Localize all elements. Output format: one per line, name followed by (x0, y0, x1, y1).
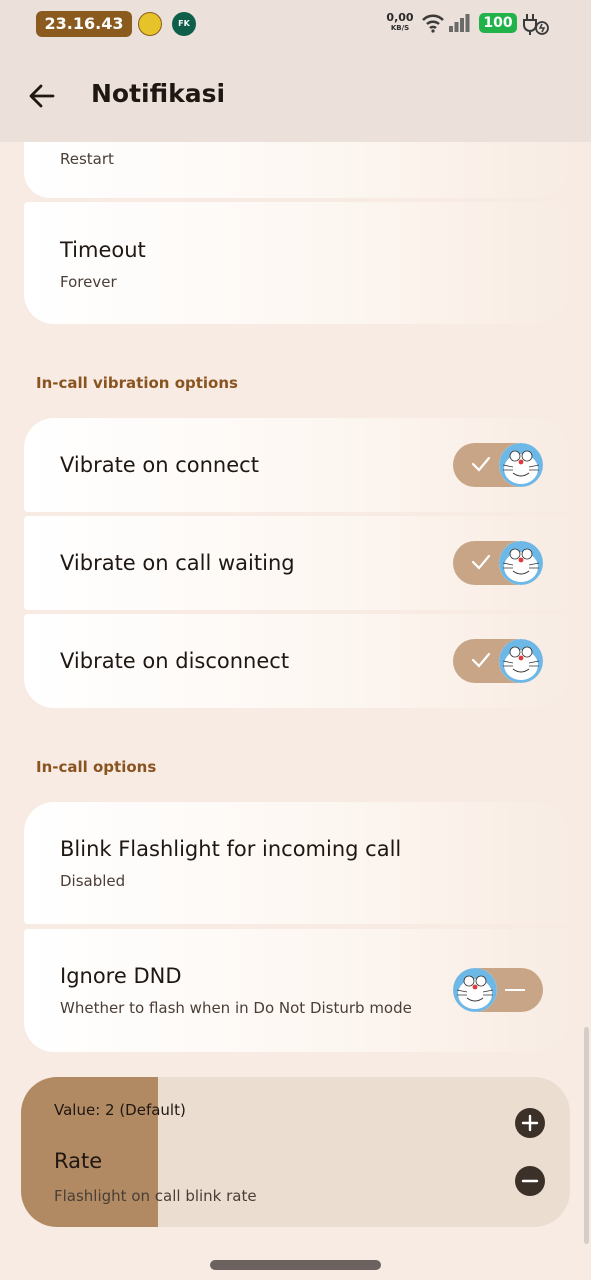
battery-level: 100 (479, 13, 517, 33)
back-button[interactable] (22, 76, 62, 116)
rate-value: Value: 2 (Default) (54, 1101, 186, 1119)
rate-slider-popup[interactable]: Value: 2 (Default) Rate Flashlight on ca… (21, 1077, 570, 1227)
vibrate-waiting-row[interactable]: Vibrate on call waiting (24, 516, 567, 610)
network-speed-unit: KB/S (390, 24, 410, 32)
signal-icon (449, 14, 470, 32)
network-speed: 0,00 KB/S (386, 12, 414, 33)
vibrate-disconnect-row[interactable]: Vibrate on disconnect (24, 614, 567, 708)
blink-flashlight-row[interactable]: Blink Flashlight for incoming call Disab… (24, 802, 567, 924)
wifi-icon (422, 14, 444, 33)
arrow-left-icon (29, 84, 55, 108)
network-speed-value: 0,00 (386, 11, 414, 24)
ignore-dnd-row[interactable]: Ignore DND Whether to flash when in Do N… (24, 929, 567, 1052)
rate-subtitle: Flashlight on call blink rate (54, 1187, 257, 1205)
fk-app-icon: FK (172, 12, 196, 36)
status-clock: 23.16.43 (36, 11, 132, 37)
plus-icon (521, 1114, 539, 1132)
rate-title: Rate (54, 1149, 103, 1173)
scrollbar-thumb[interactable] (584, 1027, 589, 1244)
status-bar: 23.16.43 FK 0,00 KB/S 100 (0, 0, 591, 48)
blink-flashlight-value: Disabled (60, 872, 126, 890)
charging-plug-icon (523, 14, 549, 35)
minus-icon (521, 1179, 539, 1183)
section-header-in-call: In-call options (36, 758, 157, 776)
timeout-title: Timeout (60, 238, 146, 262)
app-notification-icon (138, 12, 162, 36)
check-icon (471, 456, 491, 472)
blink-flashlight-title: Blink Flashlight for incoming call (60, 837, 402, 861)
vibrate-disconnect-toggle[interactable] (453, 639, 543, 683)
check-icon (471, 652, 491, 668)
doraemon-thumb-icon (499, 639, 543, 683)
section-header-vibration: In-call vibration options (36, 374, 238, 392)
restart-card-subtitle: Restart (60, 150, 114, 168)
app-bar: Notifikasi (0, 48, 591, 142)
increase-button[interactable] (515, 1108, 545, 1138)
home-indicator[interactable] (210, 1260, 381, 1270)
restart-card[interactable]: Restart (24, 142, 567, 198)
doraemon-thumb-icon (453, 968, 497, 1012)
ignore-dnd-toggle[interactable] (453, 968, 543, 1012)
vibrate-waiting-toggle[interactable] (453, 541, 543, 585)
timeout-value: Forever (60, 273, 117, 291)
minus-icon (505, 989, 525, 991)
doraemon-thumb-icon (499, 541, 543, 585)
vibrate-connect-toggle[interactable] (453, 443, 543, 487)
vibrate-connect-row[interactable]: Vibrate on connect (24, 418, 567, 512)
timeout-card[interactable]: Timeout Forever (24, 202, 567, 324)
doraemon-thumb-icon (499, 443, 543, 487)
page-title: Notifikasi (91, 79, 226, 108)
decrease-button[interactable] (515, 1166, 545, 1196)
check-icon (471, 554, 491, 570)
